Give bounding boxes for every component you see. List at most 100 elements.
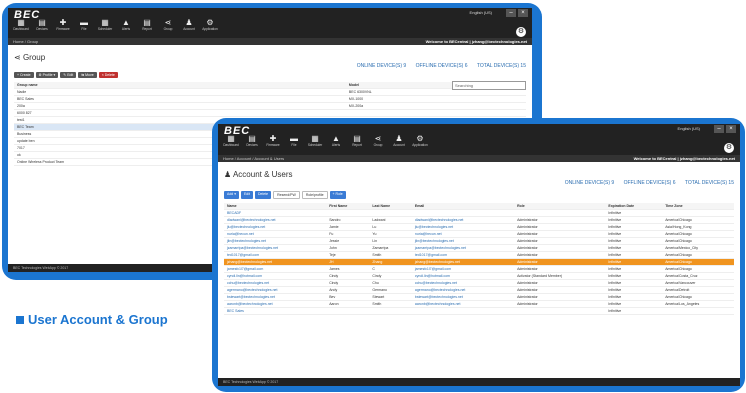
table-cell [369,307,412,315]
table-row[interactable]: cchu@bectechnologies.net Cindy Chu cchu@bec… [224,279,734,287]
nav-item-label: File [291,143,297,147]
table-row[interactable]: jzhang@bectechnologies.net JH Zhang jzhang@… [224,258,734,266]
table-cell: jzamarripa@bectechnologies.net [411,244,515,252]
delete-button[interactable]: × Delete [98,72,118,78]
table-row[interactable]: jlu@bectechnologies.net Jamie Lu jlu@bectec… [224,223,734,231]
group-icon: ⋖ [164,18,172,27]
table-row[interactable]: BEC Sales Infinitive [224,307,734,315]
table-cell: Administrator [514,265,606,273]
group-toolbar: + Create ⚙ Profile ▾ ✎ Edit ⇆ Move × Del… [14,72,526,78]
profile-button[interactable]: ⚙ Profile ▾ [35,72,59,78]
table-cell: Cindy [326,279,370,287]
nav-item-scheduler[interactable]: ▦ Scheduler [306,134,324,147]
table-cell: cchu@bectechnologies.net [411,279,515,287]
breadcrumb-bar: Home / Group Welcome to BECentral | jzha… [8,38,532,45]
nav-item-firmware[interactable]: ✚ Firmware [54,18,72,31]
nav-item-label: Report [142,27,152,31]
total-devices-link[interactable]: TOTAL DEVICE(S) 15 [477,63,526,69]
table-row[interactable]: ted1017@gmail.com Teje Smith ted1017@gmail.… [224,251,734,259]
table-cell: jlin@bectechnologies.net [411,237,515,245]
delete-button[interactable]: Delete [255,191,272,199]
table-row[interactable]: agermano@bectechnologies.net Andy Germano a… [224,286,734,294]
table-cell: Infinitive [605,286,663,294]
table-cell: aaronb@bectechnologies.net [224,300,327,308]
nav-item-report[interactable]: ▤ Report [348,134,366,147]
nav-item-dashboard[interactable]: ▦ Dashboard [222,134,240,147]
add-button[interactable]: Add ▾ [224,191,239,199]
table-cell: Administrator [514,223,606,231]
table-cell: Smith [369,251,412,259]
table-cell: MX-200a [345,102,526,110]
nav-item-account[interactable]: ♟ Account [180,18,198,31]
table-row[interactable]: nuria@hecun.net Fu Yu nuria@hecun.net Admini… [224,230,734,238]
table-row[interactable]: BEC Sales MX-1000 [14,95,526,103]
table-row[interactable]: 200a MX-200a [14,102,526,110]
table-cell: America/Costa_Cruz [662,272,734,280]
move-button[interactable]: ⇆ Move [78,72,97,78]
nav-item-report[interactable]: ▤ Report [138,18,156,31]
table-cell: 6000 827 [14,109,346,117]
table-cell [411,209,515,217]
language-select[interactable]: English (US) [470,10,492,15]
minimize-icon[interactable]: – [714,125,724,133]
table-row[interactable]: jzamarripa@bectechnologies.net John Zamarr… [224,244,734,252]
add-role-button[interactable]: + Role [329,191,346,199]
nav-item-alerts[interactable]: ▲ Alerts [327,134,345,147]
nav-item-devices[interactable]: ▤ Devices [243,134,261,147]
table-row[interactable]: jamesfc1l7@gmail.com James Cjamesfc1l7@gma… [224,265,734,273]
table-cell: jlin@bectechnologies.net [224,237,327,245]
close-icon[interactable]: × [518,9,528,17]
nav-item-application[interactable]: ⚙ Application [201,18,219,31]
nav-item-dashboard[interactable]: ▦ Dashboard [12,18,30,31]
nav-item-application[interactable]: ⚙ Application [411,134,429,147]
table-row[interactable]: BECADF Infinitive [224,209,734,217]
minimize-icon[interactable]: – [506,9,516,17]
nav-item-file[interactable]: ▬ File [75,18,93,31]
table-row[interactable]: jlin@bectechnologies.net Jessie Lin jlin@be… [224,237,734,245]
close-icon[interactable]: × [726,125,736,133]
alerts-icon: ▲ [332,134,340,143]
reset-password-button[interactable]: Resend/PW [273,191,300,199]
nav-item-file[interactable]: ▬ File [285,134,303,147]
table-row[interactable]: Nadie BEC 6300VNL [14,88,526,96]
search-input[interactable]: Searching [452,81,526,90]
nav-item-group[interactable]: ⋖ Group [369,134,387,147]
table-row[interactable]: dladwani@bectechnologies.net Sandro Ladwan… [224,216,734,224]
create-button[interactable]: + Create [14,72,34,78]
table-row[interactable]: cyndi.lin@hotmail.com Cindy Cindy cyndi.lin… [224,272,734,280]
table-row[interactable]: bstewart@bectechnologies.net Bev Stewart bs… [224,293,734,301]
table-cell: jzhang@bectechnologies.net [224,258,327,266]
table-cell: jzhang@bectechnologies.net [411,258,515,266]
table-row[interactable]: aaronb@bectechnologies.net Aaron Smith aaro… [224,300,734,308]
gear-icon[interactable]: ⚙ [724,143,734,153]
table-row[interactable]: 6000 827 [14,109,526,117]
table-cell: Administrator [514,216,606,224]
language-select[interactable]: English (US) [678,126,700,131]
gear-icon[interactable]: ⚙ [516,27,526,37]
table-cell: dladwani@bectechnologies.net [224,216,327,224]
nav-item-alerts[interactable]: ▲ Alerts [117,18,135,31]
total-devices-link[interactable]: TOTAL DEVICE(S) 15 [685,180,734,186]
table-cell: Administrator [514,237,606,245]
nav-item-label: Dashboard [223,143,239,147]
table-cell: Administrator [514,286,606,294]
edit-button[interactable]: ✎ Edit [60,72,77,78]
table-cell: Teje [326,251,370,259]
offline-devices-link[interactable]: OFFLINE DEVICE(S) 6 [624,180,676,186]
nav-item-scheduler[interactable]: ▦ Scheduler [96,18,114,31]
nav-item-account[interactable]: ♟ Account [390,134,408,147]
nav-item-devices[interactable]: ▤ Devices [33,18,51,31]
table-cell: Nadie [14,88,346,96]
file-icon: ▬ [80,18,88,27]
edit-button[interactable]: Edit [240,191,253,199]
scheduler-icon: ▦ [101,18,109,27]
role-profile-button[interactable]: Role/profile [301,191,328,199]
online-devices-link[interactable]: ONLINE DEVICE(S) 9 [565,180,614,186]
table-cell: Infinitive [605,265,663,273]
nav-item-group[interactable]: ⋖ Group [159,18,177,31]
offline-devices-link[interactable]: OFFLINE DEVICE(S) 6 [416,63,468,69]
nav-item-firmware[interactable]: ✚ Firmware [264,134,282,147]
online-devices-link[interactable]: ONLINE DEVICE(S) 9 [357,63,406,69]
nav-item-label: Dashboard [13,27,29,31]
table-cell: Germano [369,286,412,294]
